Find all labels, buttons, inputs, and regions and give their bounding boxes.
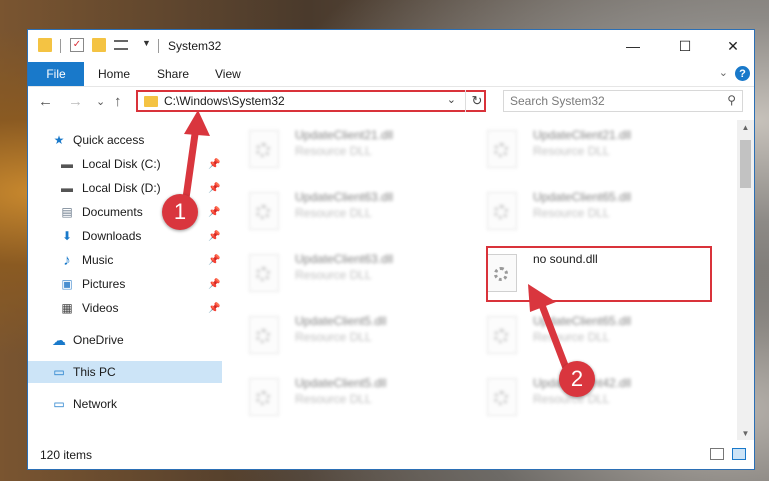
callout-2: 2: [559, 361, 595, 397]
arrow-1-head: [184, 110, 210, 136]
annotation-arrows: [182, 110, 570, 372]
arrow-1-shaft: [182, 123, 200, 202]
callout-1: 1: [162, 194, 198, 230]
arrow-2-shaft: [536, 296, 570, 372]
